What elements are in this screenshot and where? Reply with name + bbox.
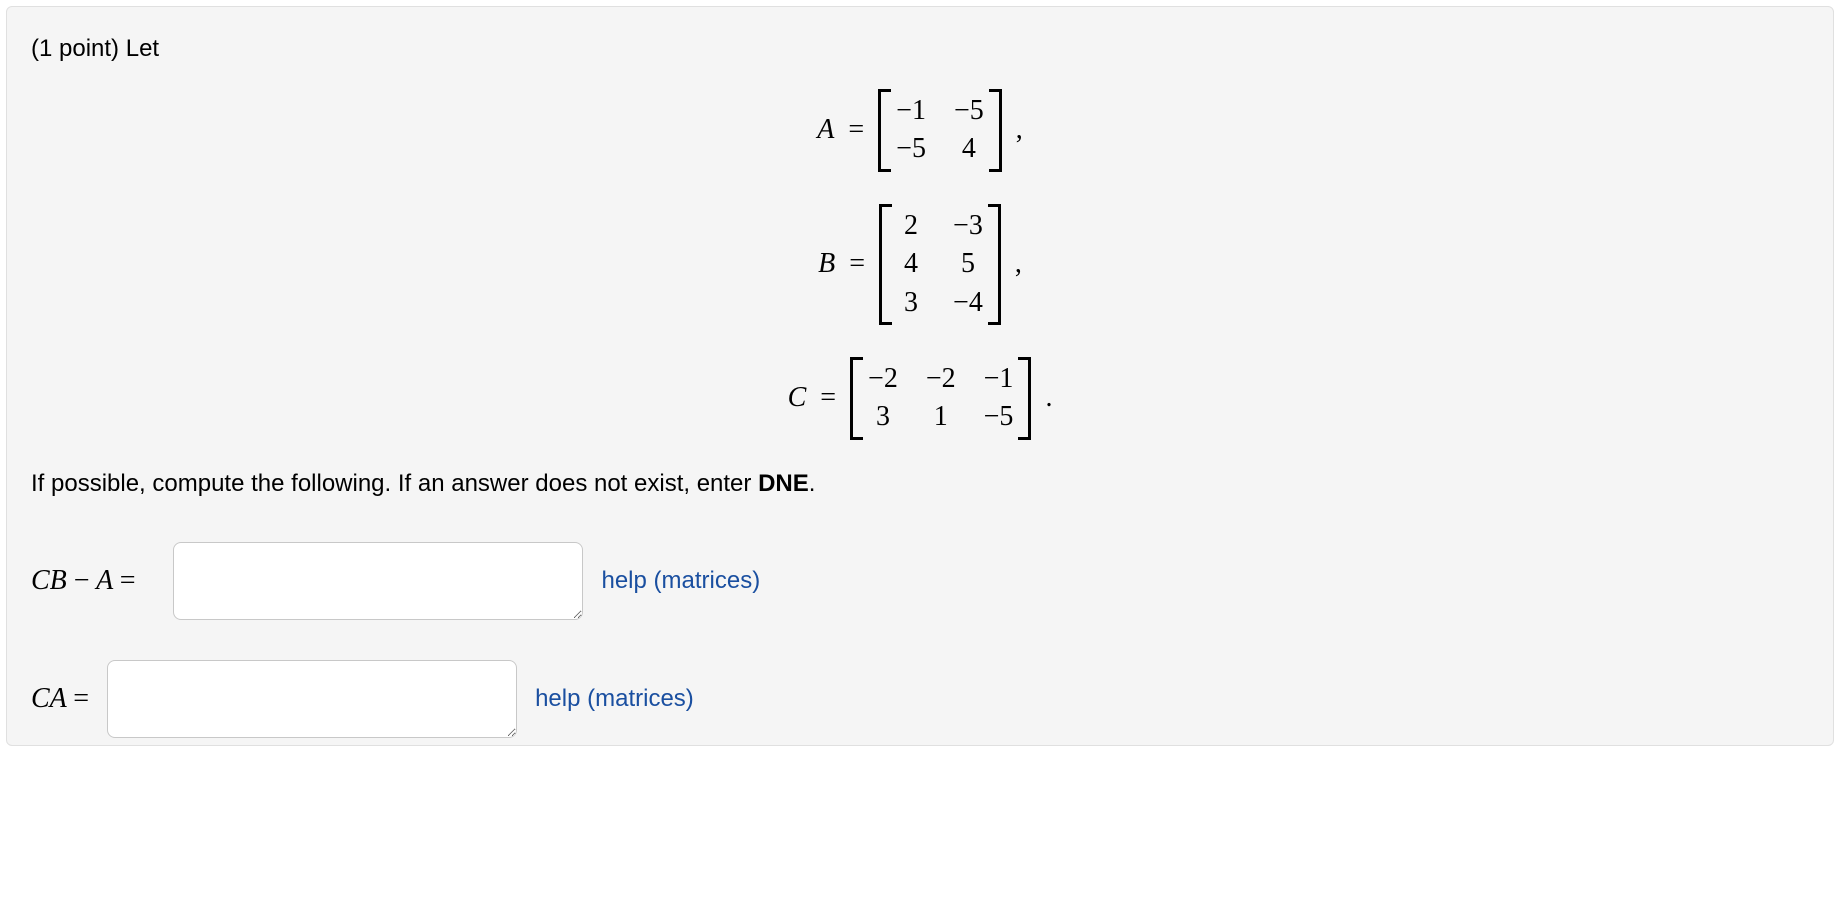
matrix-B-label: B [818, 248, 835, 280]
matrix-A-bracket: −1 −5 −5 4 [878, 89, 1002, 172]
instruction-bold: DNE [758, 470, 809, 497]
matrix-C-grid: −2 −2 −1 3 1 −5 [860, 357, 1021, 440]
matrix-A-label: A [817, 114, 834, 146]
matrix-cell: 4 [897, 246, 925, 282]
instruction-suffix: . [809, 470, 816, 497]
help-link-matrices[interactable]: help (matrices) [535, 685, 694, 713]
answer-row-ca: CA = help (matrices) [31, 660, 1809, 738]
matrix-cell: 3 [897, 285, 925, 321]
help-link-matrices[interactable]: help (matrices) [601, 567, 760, 595]
matrix-cell: −5 [896, 131, 926, 167]
matrix-A-block: A = −1 −5 −5 4 , [31, 83, 1809, 178]
bracket-left-icon [878, 89, 888, 172]
matrix-B-bracket: 2 −3 4 5 3 −4 [879, 204, 1001, 325]
matrix-cell: 3 [868, 399, 898, 435]
matrix-cell: −5 [984, 399, 1014, 435]
eq-sign: = [820, 382, 836, 414]
matrix-cell: −4 [953, 285, 983, 321]
matrix-C-label: C [788, 382, 807, 414]
matrix-cell: 2 [897, 208, 925, 244]
matrix-cell: 1 [926, 399, 956, 435]
trailing-punct: . [1045, 382, 1052, 414]
matrix-cell: 5 [953, 246, 983, 282]
matrix-cell: −2 [868, 361, 898, 397]
intro-line: (1 point) Let [31, 35, 1809, 63]
bracket-right-icon [1021, 357, 1031, 440]
answer-input-cb-minus-a[interactable] [173, 542, 583, 620]
answer-label-cb-minus-a: CB − A = [31, 565, 135, 597]
answer-input-ca[interactable] [107, 660, 517, 738]
eq-sign: = [848, 114, 864, 146]
matrix-cell: 4 [954, 131, 984, 167]
matrix-C-block: C = −2 −2 −1 3 1 −5 . [31, 351, 1809, 446]
points-label: (1 point) [31, 35, 119, 62]
matrix-cell: −3 [953, 208, 983, 244]
matrix-B-grid: 2 −3 4 5 3 −4 [889, 204, 991, 325]
matrix-B-block: B = 2 −3 4 5 3 −4 , [31, 198, 1809, 331]
bracket-left-icon [879, 204, 889, 325]
bracket-left-icon [850, 357, 860, 440]
answer-row-cb-minus-a: CB − A = help (matrices) [31, 542, 1809, 620]
matrix-A-grid: −1 −5 −5 4 [888, 89, 992, 172]
problem-container: (1 point) Let A = −1 −5 −5 4 , B = [6, 6, 1834, 746]
matrix-cell: −1 [896, 93, 926, 129]
bracket-right-icon [991, 204, 1001, 325]
eq-sign: = [849, 248, 865, 280]
matrix-C-bracket: −2 −2 −1 3 1 −5 [850, 357, 1031, 440]
trailing-punct: , [1016, 114, 1023, 146]
bracket-right-icon [992, 89, 1002, 172]
matrix-cell: −5 [954, 93, 984, 129]
instruction-prefix: If possible, compute the following. If a… [31, 470, 758, 497]
matrix-cell: −2 [926, 361, 956, 397]
answer-label-ca: CA = [31, 683, 89, 715]
matrix-cell: −1 [984, 361, 1014, 397]
trailing-punct: , [1015, 248, 1022, 280]
let-label: Let [126, 35, 159, 62]
instruction-text: If possible, compute the following. If a… [31, 470, 1809, 498]
